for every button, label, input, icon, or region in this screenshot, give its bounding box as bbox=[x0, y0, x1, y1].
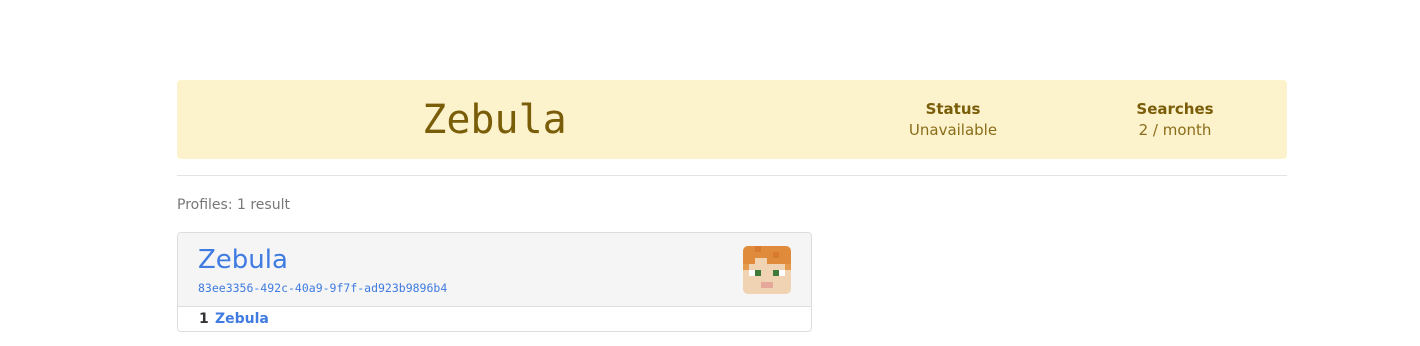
profile-card-header: Zebula 83ee3356-492c-40a9-9f7f-ad923b989… bbox=[178, 233, 811, 307]
searches-label: Searches bbox=[1136, 100, 1214, 118]
name-status-banner: Zebula Status Unavailable Searches 2 / m… bbox=[177, 80, 1287, 159]
history-index: 1 bbox=[199, 311, 209, 327]
status-value: Unavailable bbox=[908, 121, 998, 139]
searches-stat: Searches 2 / month bbox=[1105, 99, 1245, 141]
results-heading: Profiles: 1 result bbox=[177, 195, 290, 215]
profile-card: Zebula 83ee3356-492c-40a9-9f7f-ad923b989… bbox=[177, 232, 812, 332]
results-count-text: Profiles: 1 result bbox=[177, 197, 290, 213]
status-label: Status bbox=[925, 100, 981, 118]
profile-name-link[interactable]: Zebula bbox=[198, 243, 288, 277]
status-stat: Status Unavailable bbox=[883, 99, 1023, 141]
player-skin-head-icon[interactable] bbox=[743, 246, 791, 294]
history-name-link[interactable]: Zebula bbox=[215, 307, 269, 331]
searched-name: Zebula bbox=[422, 97, 567, 143]
history-row: 1 Zebula bbox=[178, 307, 811, 331]
profile-uuid: 83ee3356-492c-40a9-9f7f-ad923b9896b4 bbox=[198, 281, 448, 295]
section-divider bbox=[177, 175, 1287, 176]
searches-value: 2 / month bbox=[1138, 121, 1212, 139]
